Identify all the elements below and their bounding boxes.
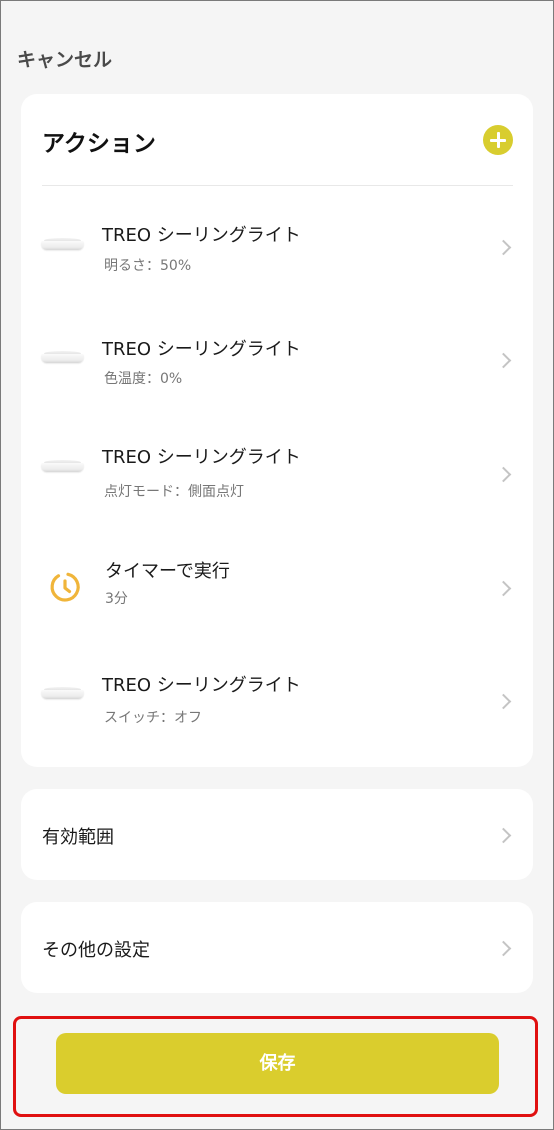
screen: キャンセル アクション TREO シーリングライト 明るさ：50% TREO シ… bbox=[0, 0, 554, 1130]
scope-label: 有効範囲 bbox=[42, 827, 114, 848]
other-settings-row[interactable]: その他の設定 bbox=[21, 902, 533, 993]
action-item-subtitle: 色温度：0% bbox=[104, 371, 183, 387]
action-item-subtitle: スイッチ：オフ bbox=[104, 710, 202, 726]
ceiling-light-icon bbox=[41, 687, 84, 701]
cancel-button[interactable]: キャンセル bbox=[17, 45, 112, 72]
ceiling-light-icon bbox=[41, 238, 84, 252]
chevron-right-icon bbox=[495, 693, 512, 710]
scope-card: 有効範囲 bbox=[21, 789, 533, 880]
action-item-switch[interactable]: TREO シーリングライト スイッチ：オフ bbox=[21, 649, 533, 749]
timer-icon bbox=[48, 570, 82, 604]
chevron-right-icon bbox=[495, 827, 512, 844]
chevron-right-icon bbox=[495, 940, 512, 957]
action-item-title: TREO シーリングライト bbox=[102, 447, 301, 468]
action-item-title: タイマーで実行 bbox=[105, 561, 230, 582]
scope-row[interactable]: 有効範囲 bbox=[21, 789, 533, 880]
chevron-right-icon bbox=[495, 352, 512, 369]
actions-card: アクション TREO シーリングライト 明るさ：50% TREO シーリングライ… bbox=[21, 94, 533, 767]
action-item-title: TREO シーリングライト bbox=[102, 675, 301, 696]
action-item-title: TREO シーリングライト bbox=[102, 339, 301, 360]
ceiling-light-icon bbox=[41, 460, 84, 474]
action-item-timer[interactable]: タイマーで実行 3分 bbox=[21, 535, 533, 635]
plus-circle-icon[interactable] bbox=[483, 125, 513, 155]
chevron-right-icon bbox=[495, 466, 512, 483]
divider bbox=[42, 185, 513, 186]
ceiling-light-icon bbox=[41, 351, 84, 365]
other-settings-label: その他の設定 bbox=[42, 940, 150, 961]
chevron-right-icon bbox=[495, 239, 512, 256]
action-item-subtitle: 3分 bbox=[105, 591, 128, 607]
action-item-subtitle: 明るさ：50% bbox=[104, 258, 192, 274]
actions-title: アクション bbox=[42, 131, 156, 157]
save-button[interactable]: 保存 bbox=[56, 1033, 499, 1094]
other-settings-card: その他の設定 bbox=[21, 902, 533, 993]
chevron-right-icon bbox=[495, 580, 512, 597]
action-item-title: TREO シーリングライト bbox=[102, 225, 301, 246]
action-item-brightness[interactable]: TREO シーリングライト 明るさ：50% bbox=[21, 195, 533, 295]
action-item-color-temperature[interactable]: TREO シーリングライト 色温度：0% bbox=[21, 308, 533, 408]
action-item-subtitle: 点灯モード：側面点灯 bbox=[104, 484, 244, 500]
action-item-light-mode[interactable]: TREO シーリングライト 点灯モード：側面点灯 bbox=[21, 421, 533, 521]
